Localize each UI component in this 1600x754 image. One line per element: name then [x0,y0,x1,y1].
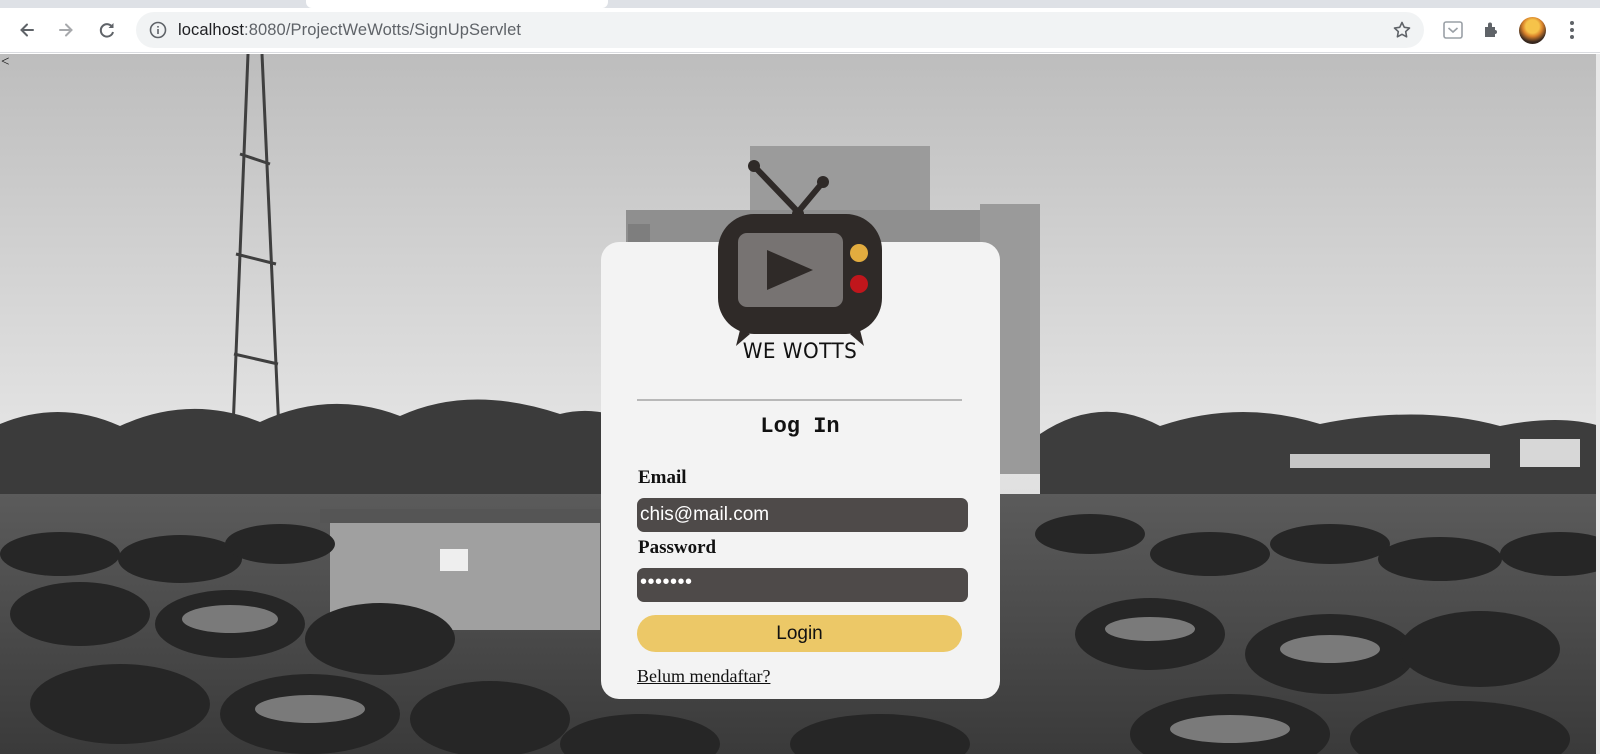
page-viewport: < WE WOTTS Log In Email chis@mail.com Pa… [0,54,1600,754]
back-link[interactable]: < [1,54,9,71]
brand-name: WE WOTTS [742,339,858,363]
reload-button[interactable] [91,14,123,46]
info-icon[interactable] [148,20,168,40]
email-label: Email [638,467,687,488]
url-path: :8080/ProjectWeWotts/SignUpServlet [244,21,522,39]
avatar[interactable] [1519,17,1546,44]
back-arrow-icon [20,23,34,37]
forward-button[interactable] [50,14,82,46]
password-field[interactable]: ••••••• [637,568,968,602]
tab-strip [0,0,1600,8]
password-value: ••••••• [640,571,693,593]
url-host: localhost [178,21,245,39]
email-value: chis@mail.com [640,504,770,525]
url-text: localhost:8080/ProjectWeWotts/SignUpServ… [178,21,521,40]
active-tab[interactable] [306,0,608,8]
signup-link[interactable]: Belum mendaftar? [637,666,770,687]
divider [637,399,962,401]
back-button[interactable] [11,14,43,46]
pocket-icon[interactable] [1441,18,1465,42]
page-title: Log In [760,414,840,439]
puzzle-icon[interactable] [1481,18,1505,42]
email-field[interactable]: chis@mail.com [637,498,968,532]
kebab-menu-icon[interactable] [1560,18,1584,42]
login-button[interactable]: Login [637,615,962,652]
password-label: Password [638,537,717,558]
star-icon[interactable] [1392,20,1412,40]
scrollbar[interactable] [1596,54,1600,754]
forward-arrow-icon [59,23,73,37]
browser-toolbar: localhost:8080/ProjectWeWotts/SignUpServ… [0,8,1600,53]
address-bar[interactable]: localhost:8080/ProjectWeWotts/SignUpServ… [136,12,1424,48]
reload-icon [99,23,114,38]
